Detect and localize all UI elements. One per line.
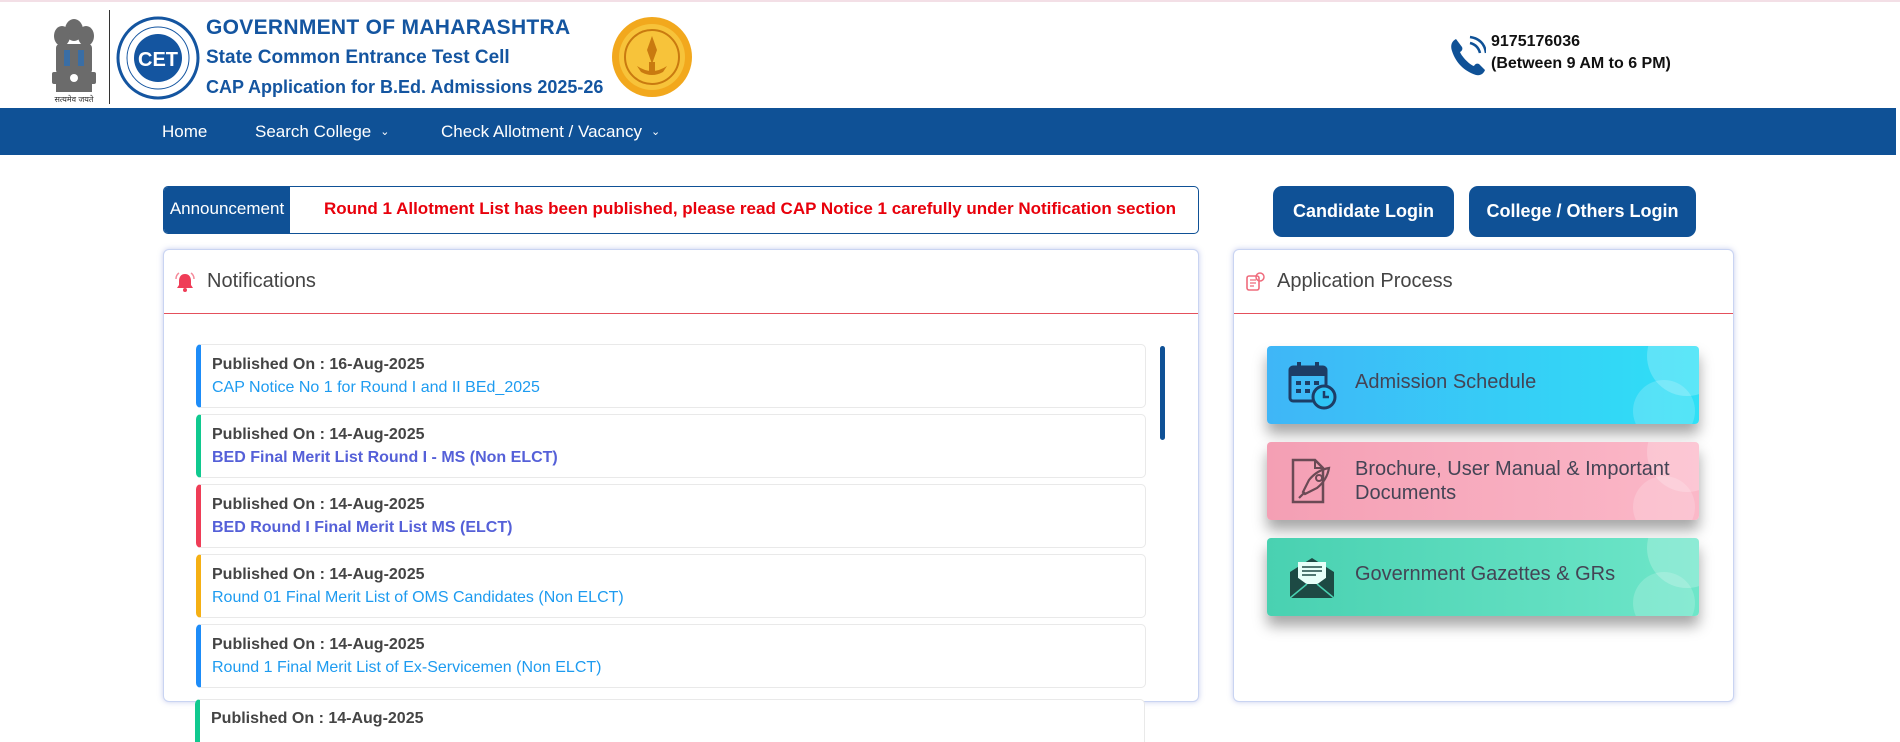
notification-link[interactable]: CAP Notice No 1 for Round I and II BEd_2… bbox=[212, 379, 540, 397]
cet-logo-icon: CET bbox=[116, 16, 200, 100]
admission-schedule-card[interactable]: Admission Schedule bbox=[1267, 346, 1699, 424]
emblem-caption: सत्यमेव जयते bbox=[54, 95, 94, 104]
notification-link[interactable]: BED Final Merit List Round I - MS (Non E… bbox=[212, 449, 558, 467]
college-login-button[interactable]: College / Others Login bbox=[1469, 186, 1696, 237]
chevron-down-icon: ⌄ bbox=[650, 126, 661, 138]
application-process-title: Application Process bbox=[1277, 270, 1453, 292]
notification-item: Published On : 14-Aug-2025 BED Round I F… bbox=[196, 484, 1146, 548]
site-header: सत्यमेव जयते CET GOVERNMENT OF MAHARASHT… bbox=[0, 0, 1900, 111]
notifications-title: Notifications bbox=[207, 270, 316, 292]
open-envelope-icon bbox=[1289, 558, 1335, 599]
announcement-tag: Announcement bbox=[164, 187, 290, 233]
notification-link[interactable]: BED Round I Final Merit List MS (ELCT) bbox=[212, 519, 512, 537]
maharashtra-seal-icon bbox=[612, 17, 692, 97]
brochure-documents-card[interactable]: Brochure, User Manual & Important Docume… bbox=[1267, 442, 1699, 520]
application-process-header: Application Process bbox=[1234, 250, 1733, 314]
application-process-panel: Application Process Admission Schedule B… bbox=[1233, 249, 1734, 702]
admission-schedule-label: Admission Schedule bbox=[1355, 371, 1537, 393]
notifications-panel: Notifications Published On : 16-Aug-2025… bbox=[163, 249, 1199, 702]
header-title-govt: GOVERNMENT OF MAHARASHTRA bbox=[206, 16, 571, 39]
notification-overflow: Published On : 14-Aug-2025 bbox=[195, 699, 1145, 742]
notification-date: Published On : 14-Aug-2025 bbox=[212, 496, 425, 513]
calendar-clock-icon bbox=[1288, 362, 1337, 410]
notification-date: Published On : 14-Aug-2025 bbox=[212, 426, 425, 443]
process-icon bbox=[1246, 272, 1265, 291]
main-nav: Home Search College ⌄ Check Allotment / V… bbox=[0, 108, 1896, 155]
header-divider bbox=[109, 10, 110, 104]
notification-date: Published On : 14-Aug-2025 bbox=[211, 710, 424, 727]
government-gazettes-label: Government Gazettes & GRs bbox=[1355, 563, 1616, 585]
notification-item: Published On : 16-Aug-2025 CAP Notice No… bbox=[196, 344, 1146, 408]
helpline-info: 9175176036 (Between 9 AM to 6 PM) bbox=[1491, 31, 1671, 75]
nav-search-college[interactable]: Search College ⌄ bbox=[255, 108, 389, 155]
brochure-documents-label: Brochure, User Manual & Important Docume… bbox=[1355, 458, 1670, 504]
announcement-bar: Announcement Round 1 Allotment List has … bbox=[163, 186, 1199, 234]
header-title-cap: CAP Application for B.Ed. Admissions 202… bbox=[206, 77, 604, 97]
helpline-number: 9175176036 bbox=[1491, 33, 1580, 50]
government-gazettes-card[interactable]: Government Gazettes & GRs bbox=[1267, 538, 1699, 616]
notification-link[interactable]: Round 01 Final Merit List of OMS Candida… bbox=[212, 589, 624, 607]
header-title-block: GOVERNMENT OF MAHARASHTRA State Common E… bbox=[206, 16, 603, 98]
nav-check-allotment[interactable]: Check Allotment / Vacancy ⌄ bbox=[441, 108, 660, 155]
chevron-down-icon: ⌄ bbox=[380, 126, 390, 138]
page: सत्यमेव जयते CET GOVERNMENT OF MAHARASHT… bbox=[0, 0, 1900, 742]
phone-icon bbox=[1451, 35, 1486, 76]
document-rocket-icon bbox=[1291, 458, 1331, 504]
candidate-login-button[interactable]: Candidate Login bbox=[1273, 186, 1454, 237]
notification-link[interactable]: Round 1 Final Merit List of Ex-Serviceme… bbox=[212, 659, 601, 677]
notifications-header: Notifications bbox=[164, 250, 1198, 314]
svg-text:CET: CET bbox=[138, 49, 178, 71]
bell-icon bbox=[175, 272, 195, 292]
nav-home[interactable]: Home bbox=[162, 108, 207, 155]
notification-date: Published On : 14-Aug-2025 bbox=[212, 636, 425, 653]
helpline-hours: (Between 9 AM to 6 PM) bbox=[1491, 55, 1671, 72]
nav-search-college-label: Search College bbox=[255, 122, 372, 141]
notification-date: Published On : 16-Aug-2025 bbox=[212, 356, 425, 373]
nav-check-allotment-label: Check Allotment / Vacancy bbox=[441, 122, 642, 141]
announcement-marquee[interactable]: Round 1 Allotment List has been publishe… bbox=[324, 187, 1176, 233]
notification-item: Published On : 14-Aug-2025 Round 01 Fina… bbox=[196, 554, 1146, 618]
notifications-scrollbar[interactable] bbox=[1160, 346, 1165, 440]
nav-home-label: Home bbox=[162, 122, 208, 141]
notification-item: Published On : 14-Aug-2025 bbox=[195, 699, 1145, 742]
notification-date: Published On : 14-Aug-2025 bbox=[212, 566, 425, 583]
notification-item: Published On : 14-Aug-2025 BED Final Mer… bbox=[196, 414, 1146, 478]
header-title-cell: State Common Entrance Test Cell bbox=[206, 47, 510, 68]
notification-item: Published On : 14-Aug-2025 Round 1 Final… bbox=[196, 624, 1146, 688]
